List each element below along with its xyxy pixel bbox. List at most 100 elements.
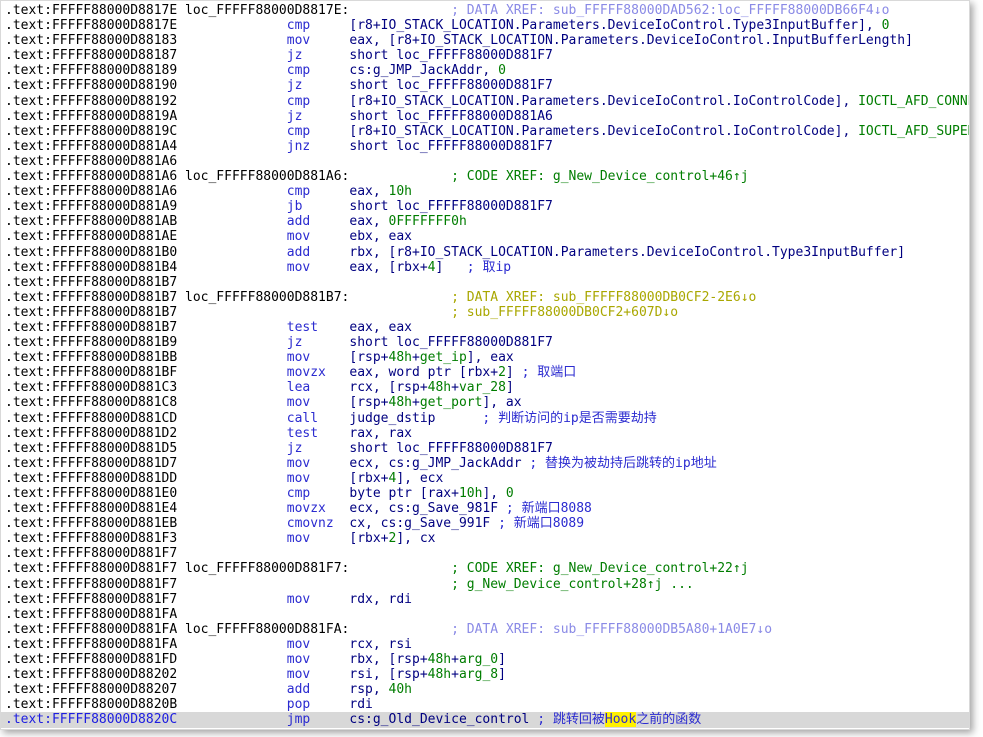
number-literal: 40h [389,682,412,697]
xref-comment: ; g_New_Device_control+28↑j ... [185,577,694,592]
asm-line[interactable]: .text:FFFFF88000D881E0 cmp byte ptr [rax… [1,486,969,501]
asm-line[interactable]: .text:FFFFF88000D881A6loc_FFFFF88000D881… [1,169,969,184]
asm-line[interactable]: .text:FFFFF88000D881FA mov rcx, rsi [1,637,969,652]
address: .text:FFFFF88000D881A6 [1,184,185,199]
asm-line[interactable]: .text:FFFFF88000D8819C cmp [r8+IO_STACK_… [1,124,969,139]
asm-line[interactable]: .text:FFFFF88000D881F7 [1,546,969,561]
number-literal: 48h [428,667,451,682]
asm-line[interactable]: .text:FFFFF88000D88189 cmp cs:g_JMP_Jack… [1,63,969,78]
asm-line[interactable]: .text:FFFFF88000D881B7 [1,275,969,290]
asm-line[interactable]: .text:FFFFF88000D88187 jz short loc_FFFF… [1,48,969,63]
asm-line[interactable]: .text:FFFFF88000D881DD mov [rbx+4], ecx [1,471,969,486]
number-literal: 2 [498,365,506,380]
number-literal: 0 [498,63,506,78]
address: .text:FFFFF88000D881A6 [1,169,185,184]
asm-line[interactable]: .text:FFFFF88000D881FA [1,607,969,622]
asm-line[interactable]: .text:FFFFF88000D881D5 jz short loc_FFFF… [1,441,969,456]
asm-line[interactable]: .text:FFFFF88000D881F7loc_FFFFF88000D881… [1,561,969,576]
address: .text:FFFFF88000D881F7 [1,546,185,561]
mnemonic: mov [185,667,349,682]
address: .text:FFFFF88000D881D5 [1,441,185,456]
address: .text:FFFFF88000D881B9 [1,335,185,350]
operand: [rsp+ [349,350,388,365]
asm-line[interactable]: .text:FFFFF88000D881D2 test rax, rax [1,426,969,441]
address: .text:FFFFF88000D88202 [1,667,185,682]
mnemonic: mov [185,395,349,410]
asm-line[interactable]: .text:FFFFF88000D881B4 mov eax, [rbx+4] … [1,260,969,275]
operand: ebx, eax [349,229,412,244]
address: .text:FFFFF88000D881C8 [1,395,185,410]
asm-line[interactable]: .text:FFFFF88000D881F3 mov [rbx+2], cx [1,531,969,546]
address: .text:FFFFF88000D88207 [1,682,185,697]
address: .text:FFFFF88000D881C3 [1,380,185,395]
asm-line[interactable]: .text:FFFFF88000D881AB add eax, 0FFFFFFF… [1,214,969,229]
operand: + [412,350,420,365]
mnemonic: cmp [185,184,349,199]
asm-line[interactable]: .text:FFFFF88000D881BF movzx eax, word p… [1,365,969,380]
operand: [rsp+ [349,395,388,410]
operand: rcx, rsi [349,637,412,652]
address: .text:FFFFF88000D881BF [1,365,185,380]
asm-line[interactable]: .text:FFFFF88000D8817Eloc_FFFFF88000D881… [1,3,969,18]
number-literal: 48h [389,350,412,365]
mnemonic: jz [185,335,349,350]
number-literal: 48h [428,380,451,395]
asm-line[interactable]: .text:FFFFF88000D881B0 add rbx, [r8+IO_S… [1,245,969,260]
asm-line[interactable]: .text:FFFFF88000D881FD mov rbx, [rsp+48h… [1,652,969,667]
operand: eax, [r8+IO_STACK_LOCATION.Parameters.De… [349,33,913,48]
asm-line[interactable]: .text:FFFFF88000D881A4 jnz short loc_FFF… [1,139,969,154]
asm-line[interactable]: .text:FFFFF88000D8820B pop rdi [1,697,969,712]
asm-line[interactable]: .text:FFFFF88000D88183 mov eax, [r8+IO_S… [1,33,969,48]
comment: 之前的函数 [636,712,701,727]
asm-line[interactable]: .text:FFFFF88000D88207 add rsp, 40h [1,682,969,697]
comment: ; 取ip [443,260,511,275]
asm-line[interactable]: .text:FFFFF88000D881B7 ; sub_FFFFF88000D… [1,305,969,320]
asm-line[interactable]: .text:FFFFF88000D881C8 mov [rsp+48h+get_… [1,395,969,410]
asm-line[interactable]: .text:FFFFF88000D8817E cmp [r8+IO_STACK_… [1,18,969,33]
number-literal: 48h [389,395,412,410]
address: .text:FFFFF88000D881B7 [1,320,185,335]
operand: short loc_FFFFF88000D881F7 [349,78,553,93]
asm-line-current[interactable]: .text:FFFFF88000D8820C jmp cs:g_Old_Devi… [1,712,969,727]
address: .text:FFFFF88000D88183 [1,33,185,48]
number-literal: 48h [428,652,451,667]
asm-line[interactable]: .text:FFFFF88000D881F7 mov rdx, rdi [1,592,969,607]
asm-line[interactable]: .text:FFFFF88000D881C3 lea rcx, [rsp+48h… [1,380,969,395]
asm-line[interactable]: .text:FFFFF88000D881F7 ; g_New_Device_co… [1,577,969,592]
address: .text:FFFFF88000D881E4 [1,501,185,516]
asm-line[interactable]: .text:FFFFF88000D8819A jz short loc_FFFF… [1,109,969,124]
number-literal: 10h [459,486,482,501]
operand: short loc_FFFFF88000D881F7 [349,199,553,214]
asm-line[interactable]: .text:FFFFF88000D881CD call judge_dstip … [1,411,969,426]
operand: judge_dstip [349,411,435,426]
operand: eax, eax [349,320,412,335]
asm-line[interactable]: .text:FFFFF88000D881A6 cmp eax, 10h [1,184,969,199]
mnemonic: add [185,214,349,229]
address: .text:FFFFF88000D881FA [1,622,185,637]
asm-line[interactable]: .text:FFFFF88000D881A9 jb short loc_FFFF… [1,199,969,214]
asm-line[interactable]: .text:FFFFF88000D88202 mov rsi, [rsp+48h… [1,667,969,682]
address: .text:FFFFF88000D8817E [1,3,185,18]
asm-line[interactable]: .text:FFFFF88000D88190 jz short loc_FFFF… [1,78,969,93]
mnemonic: jz [185,48,349,63]
asm-line[interactable]: .text:FFFFF88000D881B7loc_FFFFF88000D881… [1,290,969,305]
operand: ], cx [396,531,435,546]
asm-line[interactable]: .text:FFFFF88000D881D7 mov ecx, cs:g_JMP… [1,456,969,471]
operand: [r8+IO_STACK_LOCATION.Parameters.DeviceI… [349,18,881,33]
address: .text:FFFFF88000D88187 [1,48,185,63]
asm-line[interactable]: .text:FFFFF88000D881FAloc_FFFFF88000D881… [1,622,969,637]
asm-line[interactable]: .text:FFFFF88000D88192 cmp [r8+IO_STACK_… [1,94,969,109]
asm-line[interactable]: .text:FFFFF88000D881BB mov [rsp+48h+get_… [1,350,969,365]
address: .text:FFFFF88000D881E0 [1,486,185,501]
asm-line[interactable]: .text:FFFFF88000D881B9 jz short loc_FFFF… [1,335,969,350]
disassembly-listing[interactable]: .text:FFFFF88000D8817E loc_FFFFF88000D881… [1,1,969,728]
asm-line[interactable]: .text:FFFFF88000D881A6 [1,154,969,169]
asm-line[interactable]: .text:FFFFF88000D881EB cmovnz cx, cs:g_S… [1,516,969,531]
asm-line[interactable]: .text:FFFFF88000D881AE mov ebx, eax [1,229,969,244]
xref-comment: ; DATA XREF: sub_FFFFF88000DB5A80+1A0E7↓… [349,622,772,637]
mnemonic: lea [185,380,349,395]
code-label: loc_FFFFF88000D881FA: [185,622,349,637]
asm-line[interactable]: .text:FFFFF88000D881E4 movzx ecx, cs:g_S… [1,501,969,516]
comment: ; 替换为被劫持后跳转的ip地址 [529,456,716,471]
asm-line[interactable]: .text:FFFFF88000D881B7 test eax, eax [1,320,969,335]
